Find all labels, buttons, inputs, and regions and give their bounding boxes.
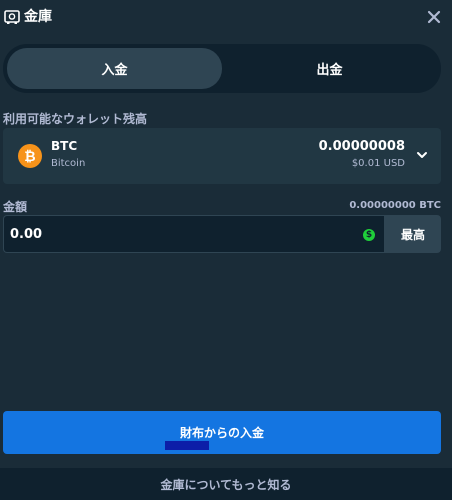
amount-field-group: $ 最高 bbox=[3, 215, 441, 253]
bitcoin-icon: ₿ bbox=[18, 144, 42, 168]
tab-withdraw[interactable]: 出金 bbox=[222, 48, 437, 89]
vault-modal: 金庫 入金 出金 利用可能なウォレット残高 ₿ BTC Bitcoin 0.00… bbox=[0, 0, 452, 500]
amount-input[interactable] bbox=[4, 216, 384, 252]
balance-usd: $0.01 USD bbox=[351, 158, 405, 169]
dollar-coin-icon: $ bbox=[363, 229, 375, 241]
amount-crypto-readout: 0.00000000 BTC bbox=[349, 200, 441, 211]
deposit-withdraw-tabs: 入金 出金 bbox=[3, 44, 441, 93]
coin-code: BTC bbox=[51, 139, 78, 153]
deposit-from-wallet-button[interactable]: 財布からの入金 bbox=[3, 411, 441, 454]
tab-deposit[interactable]: 入金 bbox=[7, 48, 222, 89]
coin-name: Bitcoin bbox=[51, 158, 86, 169]
vault-icon bbox=[4, 10, 20, 24]
amount-label: 金額 bbox=[3, 200, 28, 214]
learn-more-link[interactable]: 金庫についてもっと知る bbox=[0, 468, 452, 500]
wallet-balance-label: 利用可能なウォレット残高 bbox=[3, 112, 148, 126]
chevron-down-icon bbox=[417, 152, 427, 158]
close-icon[interactable] bbox=[426, 9, 442, 25]
modal-header: 金庫 bbox=[0, 0, 452, 36]
wallet-select[interactable]: ₿ BTC Bitcoin 0.00000008 $0.01 USD bbox=[3, 128, 441, 184]
page-title: 金庫 bbox=[24, 9, 52, 25]
balance-crypto: 0.00000008 bbox=[318, 139, 405, 154]
max-button[interactable]: 最高 bbox=[385, 215, 441, 253]
annotation-mark bbox=[165, 441, 209, 450]
